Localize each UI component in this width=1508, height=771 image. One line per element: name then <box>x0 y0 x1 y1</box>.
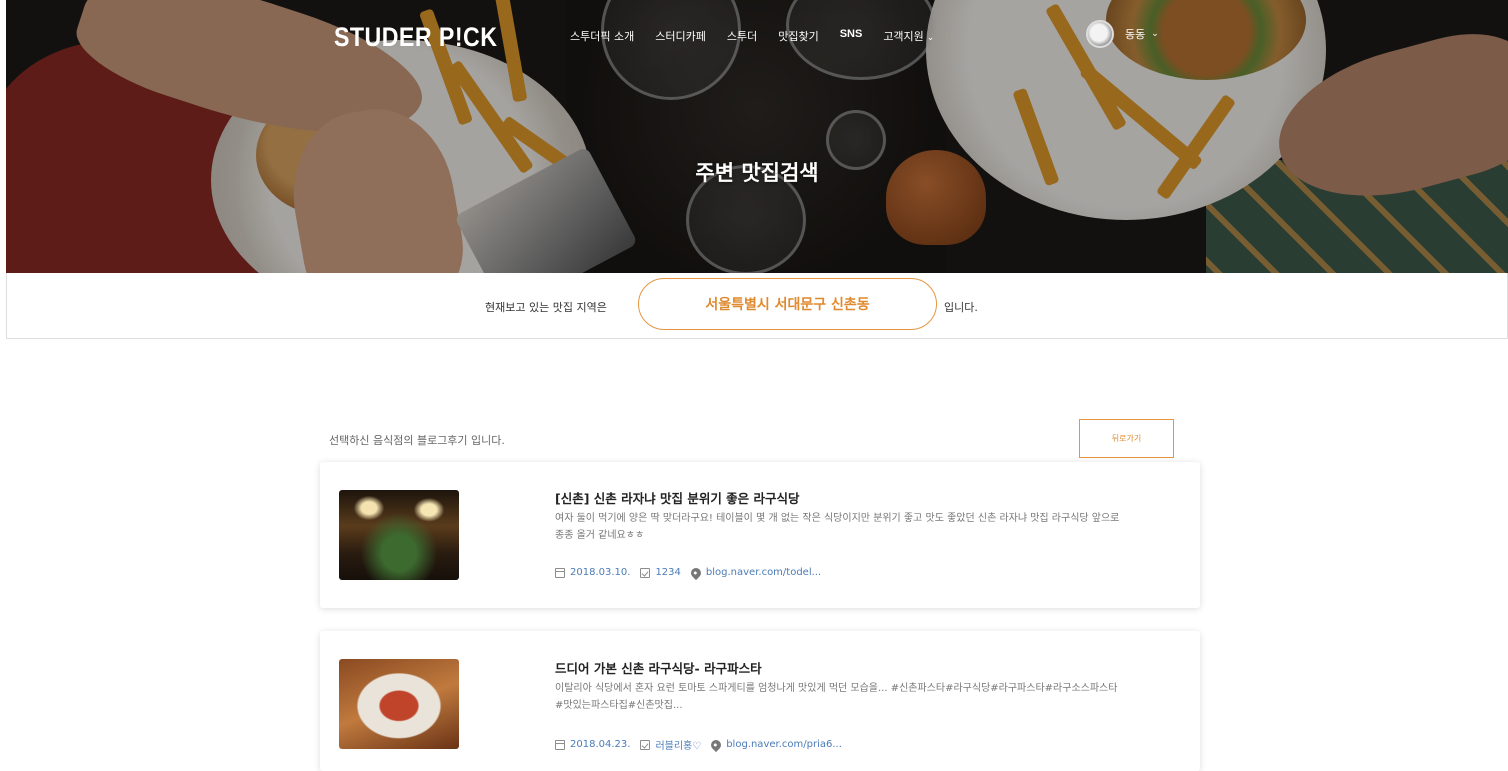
post-thumbnail[interactable] <box>339 490 459 580</box>
post-description: 이탈리아 식당에서 혼자 요런 토마토 스파게티를 엄청나게 맛있게 먹던 모습… <box>555 683 1118 711</box>
post-title[interactable]: 드디어 가본 신촌 라구식당- 라구파스타 <box>555 658 762 677</box>
location-suffix: 입니다. <box>944 301 978 314</box>
top-nav: STUDER P!CK 스투더픽 소개 스터디카페 스투더 맛집찾기 SNS 고… <box>6 0 1508 70</box>
blog-post-card[interactable]: [신촌] 신촌 라자냐 맛집 분위기 좋은 라구식당 여자 둘이 먹기에 양은 … <box>320 462 1200 608</box>
post-author: 러블리홍♡ <box>655 741 702 752</box>
menu-item-about[interactable]: 스투더픽 소개 <box>570 28 634 44</box>
back-button[interactable]: 뒤로가기 <box>1079 419 1174 458</box>
post-link[interactable]: blog.naver.com/todel... <box>706 567 821 578</box>
section-intro: 선택하신 음식점의 블로그후기 입니다. <box>329 434 505 447</box>
menu-item-support[interactable]: 고객지원 ⌄ <box>883 28 934 44</box>
user-name[interactable]: 동동 <box>1125 26 1145 42</box>
map-pin-icon <box>709 737 724 752</box>
post-date: 2018.04.23. <box>570 739 631 750</box>
chevron-down-icon: ⌄ <box>926 33 935 43</box>
post-meta: 2018.04.23. 러블리홍♡ blog.naver.com/pria6..… <box>555 737 852 752</box>
menu-item-studer[interactable]: 스투더 <box>727 28 757 44</box>
calendar-check-icon <box>640 567 651 578</box>
post-meta: 2018.03.10. 1234 blog.naver.com/todel... <box>555 565 831 580</box>
main-menu: 스투더픽 소개 스터디카페 스투더 맛집찾기 SNS 고객지원 ⌄ <box>570 28 955 44</box>
calendar-icon <box>555 739 565 750</box>
location-prefix: 현재보고 있는 맛집 지역은 <box>485 301 607 314</box>
post-thumbnail[interactable] <box>339 659 459 749</box>
calendar-check-icon <box>640 739 651 750</box>
hero-banner: STUDER P!CK 스투더픽 소개 스터디카페 스투더 맛집찾기 SNS 고… <box>6 0 1508 273</box>
chevron-down-icon[interactable]: ⌄ <box>1151 29 1159 39</box>
blog-post-card[interactable]: 드디어 가본 신촌 라구식당- 라구파스타 이탈리아 식당에서 혼자 요런 토마… <box>320 631 1200 771</box>
post-author: 1234 <box>655 567 681 578</box>
location-area-badge[interactable]: 서울특별시 서대문구 신촌동 <box>638 278 937 330</box>
site-logo[interactable]: STUDER P!CK <box>334 22 497 53</box>
calendar-icon <box>555 567 565 578</box>
location-bar: 현재보고 있는 맛집 지역은 서울특별시 서대문구 신촌동 입니다. <box>6 273 1508 339</box>
post-date: 2018.03.10. <box>570 567 631 578</box>
post-link[interactable]: blog.naver.com/pria6... <box>726 739 842 750</box>
post-title[interactable]: [신촌] 신촌 라자냐 맛집 분위기 좋은 라구식당 <box>555 488 800 507</box>
avatar[interactable] <box>1086 20 1114 48</box>
post-description: 여자 둘이 먹기에 양은 딱 맞더라구요! 테이블이 몇 개 없는 작은 식당이… <box>555 513 1120 541</box>
menu-item-restaurants[interactable]: 맛집찾기 <box>778 28 818 44</box>
menu-item-sns[interactable]: SNS <box>840 28 863 44</box>
page-title: 주변 맛집검색 <box>695 161 819 185</box>
menu-item-support-label: 고객지원 <box>883 30 924 43</box>
user-menu[interactable]: 동동 ⌄ <box>1086 20 1159 48</box>
map-pin-icon <box>688 565 703 580</box>
menu-item-study-cafe[interactable]: 스터디카페 <box>655 28 706 44</box>
